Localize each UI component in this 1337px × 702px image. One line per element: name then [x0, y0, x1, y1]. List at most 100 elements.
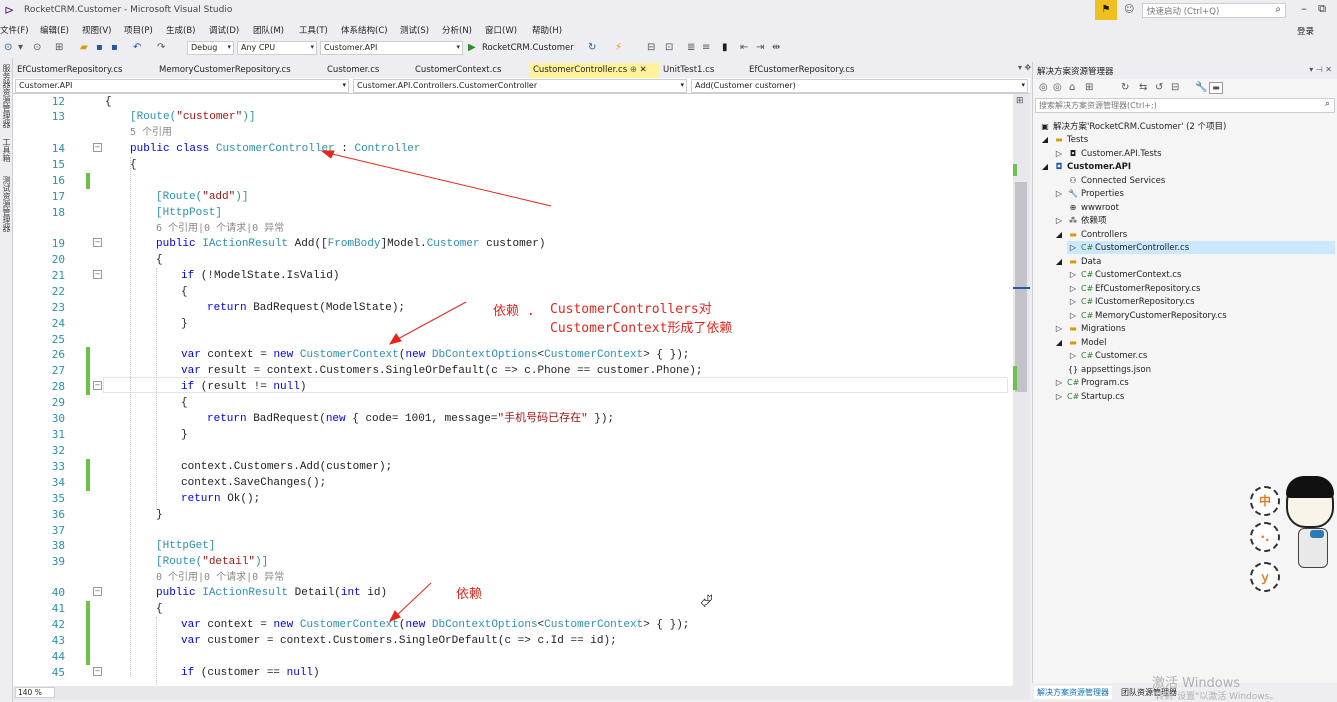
zoom-select[interactable]: 140 % [15, 687, 55, 698]
forward-icon[interactable]: ⊙ [33, 42, 41, 53]
new-project-icon[interactable]: ⊞ [55, 42, 63, 53]
tree-item-connected-services[interactable]: ⚇ Connected Services [1067, 174, 1165, 187]
tree-item-appsettings[interactable]: {} appsettings.json [1067, 363, 1151, 376]
member-nav-dropdown[interactable]: Add(Customer customer) ▾ [691, 79, 1028, 93]
refresh-icon[interactable]: ↺ [1155, 82, 1163, 93]
menu-view[interactable]: 视图(V) [82, 24, 111, 36]
refresh-icon[interactable]: ↻ [588, 42, 596, 53]
tab-efcustomerrepository[interactable]: EfCustomerRepository.cs [13, 63, 126, 78]
undo-icon[interactable]: ↶ [133, 42, 141, 53]
tab-customercontext[interactable]: CustomerContext.cs [411, 63, 505, 78]
bookmark-prev-icon[interactable]: ⇤ [740, 42, 748, 53]
panel-controls-icon[interactable]: ▾ ⊣ ✕ [1309, 65, 1332, 74]
tab-unittest1[interactable]: UnitTest1.cs [659, 63, 718, 78]
tree-item-customercontroller[interactable]: ▷ C# CustomerController.cs [1067, 241, 1335, 254]
menu-file[interactable]: 文件(F) [0, 24, 29, 36]
toolbar-icon-2[interactable]: ⊡ [665, 42, 673, 53]
back-icon[interactable]: ⊙ [4, 42, 12, 53]
collapse-all-icon[interactable]: ⊟ [1171, 82, 1179, 93]
toolbar-icon-1[interactable]: ⊟ [647, 42, 655, 53]
menu-debug[interactable]: 调试(D) [209, 24, 239, 36]
solution-search-input[interactable]: 搜索解决方案资源管理器(Ctrl+;) ⌕ [1035, 98, 1335, 113]
sign-in-link[interactable]: 登录 [1297, 25, 1314, 37]
tab-customer[interactable]: Customer.cs [323, 63, 383, 78]
class-nav-dropdown[interactable]: Customer.API.Controllers.CustomerControl… [353, 79, 687, 93]
home-icon[interactable]: ⌂ [1069, 82, 1075, 93]
comment-icon[interactable]: ≣ [687, 42, 695, 53]
server-explorer-tab[interactable]: 服务器资源管理器 [1, 64, 12, 128]
tab-overflow-icon[interactable]: ▾ ✥ [1018, 63, 1031, 72]
tree-item-dependencies[interactable]: ▷ ⁂ 依赖项 [1053, 214, 1107, 227]
tree-item-controllers[interactable]: ◢ ▬ Controllers [1053, 228, 1127, 241]
platform-select[interactable]: Any CPU ▾ [237, 41, 317, 55]
quick-launch-input[interactable]: 快速启动 (Ctrl+Q) ⌕ [1142, 3, 1286, 18]
menu-architecture[interactable]: 体系结构(C) [341, 24, 388, 36]
split-icon[interactable]: ⊞ [1016, 96, 1024, 106]
editor-horizontal-scrollbar[interactable] [13, 686, 1030, 700]
tree-item-solution[interactable]: ▣ 解决方案'RocketCRM.Customer' (2 个项目) [1039, 120, 1226, 133]
menu-tools[interactable]: 工具(T) [299, 24, 328, 36]
switch-views-icon[interactable]: ⊞ [1085, 82, 1093, 93]
tree-item-memorycustomerrepository[interactable]: ▷ C# MemoryCustomerRepository.cs [1067, 309, 1227, 322]
save-all-icon[interactable]: ▪ [111, 42, 118, 53]
minimize-button[interactable]: – [1296, 2, 1312, 18]
fold-toggle[interactable]: − [93, 381, 102, 390]
bookmark-next-icon[interactable]: ⇥ [756, 42, 764, 53]
back-icon[interactable]: ◎ [1039, 82, 1048, 93]
tree-item-customercontext[interactable]: ▷ C# CustomerContext.cs [1067, 268, 1181, 281]
tree-item-tests-project[interactable]: ▷ ◘ Customer.API.Tests [1053, 147, 1162, 160]
tree-item-startup[interactable]: ▷ C# Startup.cs [1053, 390, 1124, 403]
tab-efcustomerrepository-2[interactable]: EfCustomerRepository.cs [745, 63, 858, 78]
sync-icon[interactable]: ⇆ [1139, 82, 1147, 93]
notification-flag-icon[interactable]: ⚑ [1095, 0, 1117, 20]
menu-team[interactable]: 团队(M) [253, 24, 284, 36]
tree-item-icustomerrepository[interactable]: ▷ C# ICustomerRepository.cs [1067, 295, 1195, 308]
forward-icon[interactable]: ◎ [1053, 82, 1062, 93]
menu-analyze[interactable]: 分析(N) [442, 24, 472, 36]
restore-button[interactable]: ⧉ [1314, 2, 1330, 18]
fold-toggle[interactable]: − [93, 270, 102, 279]
open-file-icon[interactable]: ▰ [80, 42, 88, 53]
menu-project[interactable]: 项目(P) [124, 24, 153, 36]
tree-item-api-project[interactable]: ◢ ◘ Customer.API [1039, 160, 1131, 173]
dropdown-arrow-icon[interactable]: ▾ [18, 42, 23, 53]
close-icon[interactable]: ✕ [640, 65, 647, 75]
feedback-icon[interactable]: ☺ [1124, 4, 1134, 15]
tab-customercontroller[interactable]: CustomerController.cs ⊕ ✕ [529, 63, 659, 78]
tree-item-data[interactable]: ◢ ▬ Data [1053, 255, 1101, 268]
tree-item-properties[interactable]: ▷ 🔧 Properties [1053, 187, 1124, 200]
menu-build[interactable]: 生成(B) [166, 24, 195, 36]
save-icon[interactable]: ▪ [96, 42, 103, 53]
browser-link-icon[interactable]: ⚡ [615, 42, 622, 53]
fold-toggle[interactable]: − [93, 587, 102, 596]
menu-help[interactable]: 帮助(H) [532, 24, 562, 36]
tree-item-migrations[interactable]: ▷ ▬ Migrations [1053, 322, 1126, 335]
pending-changes-icon[interactable]: ↻ [1121, 82, 1129, 93]
tree-item-model[interactable]: ◢ ▬ Model [1053, 336, 1107, 349]
code-editor[interactable]: 12 13 14 15 16 17 18 19 20 21 22 23 24 2… [13, 94, 1013, 686]
bookmark-icon[interactable]: ▮ [722, 42, 728, 53]
fold-toggle[interactable]: − [93, 143, 102, 152]
run-target-button[interactable]: RocketCRM.Customer [482, 43, 574, 53]
fold-toggle[interactable]: − [93, 667, 102, 676]
project-nav-dropdown[interactable]: Customer.API ▾ [15, 79, 349, 93]
tree-item-efcustomerrepository[interactable]: ▷ C# EfCustomerRepository.cs [1067, 282, 1201, 295]
codelens-references[interactable]: 5 个引用 [130, 125, 172, 141]
editor-vertical-scrollbar[interactable]: ⊞ [1013, 94, 1030, 686]
properties-icon[interactable]: 🔧 [1195, 82, 1207, 93]
tree-item-customer[interactable]: ▷ C# Customer.cs [1067, 349, 1147, 362]
config-select[interactable]: Debug ▾ [187, 41, 234, 55]
uncomment-icon[interactable]: ≡ [702, 42, 710, 53]
menu-test[interactable]: 测试(S) [400, 24, 429, 36]
menu-window[interactable]: 窗口(W) [485, 24, 517, 36]
startup-project-select[interactable]: Customer.API ▾ [320, 41, 463, 55]
tree-item-wwwroot[interactable]: ⊕ wwwroot [1067, 201, 1119, 214]
menu-edit[interactable]: 编辑(E) [40, 24, 69, 36]
bookmark-clear-icon[interactable]: ⇹ [772, 42, 780, 53]
pin-icon[interactable]: ⊕ [630, 65, 637, 75]
fold-toggle[interactable]: − [93, 238, 102, 247]
preview-selected-icon[interactable]: ▬ [1209, 82, 1223, 94]
toolbox-tab[interactable]: 工具箱 [1, 138, 12, 162]
start-debug-icon[interactable]: ▶ [468, 42, 476, 53]
redo-icon[interactable]: ↷ [157, 42, 165, 53]
